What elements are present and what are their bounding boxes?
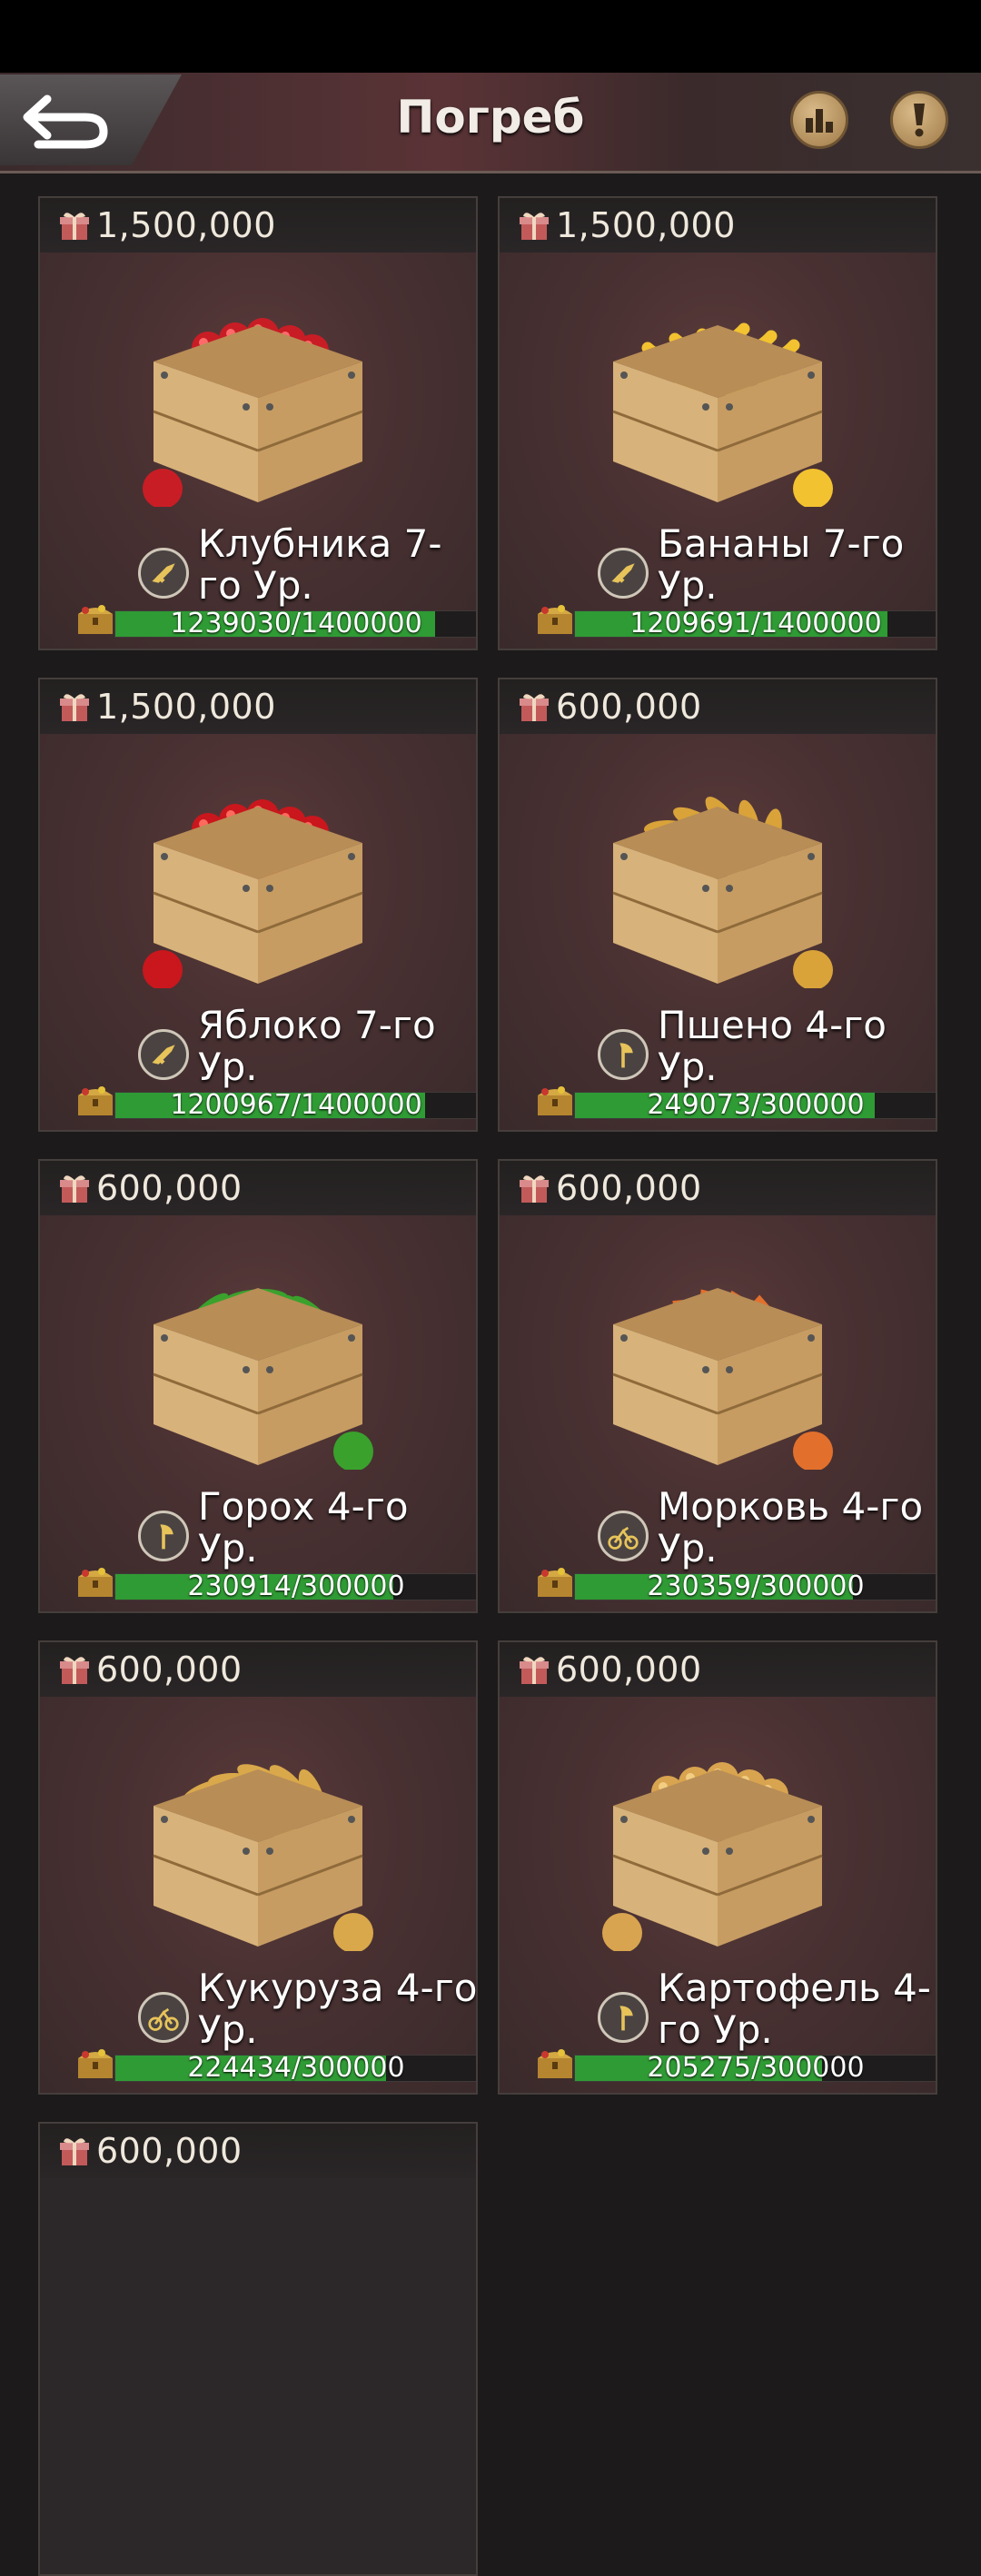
- info-button[interactable]: [890, 91, 948, 149]
- cost-row: 600,000: [40, 1642, 476, 1697]
- rifle-icon: [598, 548, 649, 599]
- progress-text: 1209691/1400000: [629, 608, 882, 639]
- cellar-item-card[interactable]: 600,000 Горох 4-го Ур. 230914/300000: [38, 1159, 478, 1613]
- rifle-icon: [138, 548, 189, 599]
- item-name: Пшено 4-го Ур.: [658, 1003, 887, 1089]
- bike-icon: [598, 1511, 649, 1561]
- progress-text: 1239030/1400000: [170, 608, 422, 639]
- progress-bar: 230359/300000: [534, 1568, 936, 1602]
- cost-value: 1,500,000: [96, 687, 276, 727]
- progress-track: 224434/300000: [114, 2052, 476, 2084]
- gift-icon: [56, 2133, 93, 2169]
- cost-value: 600,000: [556, 1650, 702, 1689]
- progress-text: 249073/300000: [647, 1089, 865, 1121]
- progress-bar: 1209691/1400000: [534, 605, 936, 638]
- axe-icon: [598, 1029, 649, 1080]
- cost-row: 1,500,000: [40, 198, 476, 253]
- strawberry-crate-image: [126, 298, 390, 509]
- gift-icon: [516, 1170, 552, 1206]
- item-name: Картофель 4-го Ур.: [658, 1966, 931, 2052]
- treasure-chest-icon: [534, 601, 576, 638]
- progress-track: 230914/300000: [114, 1570, 476, 1602]
- cost-row: 600,000: [500, 1642, 936, 1697]
- bar-chart-icon: [806, 109, 833, 133]
- cost-row: 600,000: [40, 2124, 476, 2178]
- progress-track: 230359/300000: [574, 1570, 936, 1602]
- cost-value: 1,500,000: [556, 205, 736, 245]
- cost-row: 600,000: [500, 679, 936, 734]
- treasure-chest-icon: [534, 1564, 576, 1600]
- gift-icon: [516, 689, 552, 725]
- progress-bar: 1200967/1400000: [74, 1086, 476, 1119]
- progress-bar: 224434/300000: [74, 2049, 476, 2082]
- progress-bar: 205275/300000: [534, 2049, 936, 2082]
- treasure-chest-icon: [74, 1083, 116, 1119]
- gift-icon: [56, 689, 93, 725]
- banana-crate-image: [586, 298, 849, 509]
- cost-value: 600,000: [96, 1650, 243, 1689]
- cellar-item-card[interactable]: 1,500,000 Бананы 7-го Ур. 1209691/140000…: [498, 196, 937, 650]
- cost-value: 600,000: [556, 1168, 702, 1208]
- cellar-item-card[interactable]: 1,500,000 Клубника 7-го Ур. 1239030/1400…: [38, 196, 478, 650]
- treasure-chest-icon: [534, 2046, 576, 2082]
- gift-icon: [56, 207, 93, 243]
- progress-track: 1239030/1400000: [114, 608, 476, 639]
- progress-bar: 230914/300000: [74, 1568, 476, 1600]
- progress-text: 224434/300000: [187, 2052, 405, 2084]
- gift-icon: [516, 1651, 552, 1688]
- cellar-item-card[interactable]: 600,000 Кукуруза 4-го Ур. 224434/300000: [38, 1640, 478, 2095]
- treasure-chest-icon: [74, 2046, 116, 2082]
- rifle-icon: [138, 1029, 189, 1080]
- cost-row: 600,000: [500, 1161, 936, 1215]
- item-name: Бананы 7-го Ур.: [658, 521, 905, 608]
- progress-text: 1200967/1400000: [170, 1089, 422, 1121]
- progress-track: 249073/300000: [574, 1089, 936, 1121]
- progress-track: 1200967/1400000: [114, 1089, 476, 1121]
- stats-button[interactable]: [790, 91, 848, 149]
- gift-icon: [56, 1170, 93, 1206]
- carrot-crate-image: [586, 1261, 849, 1471]
- header-bar: Погреб: [0, 73, 981, 173]
- bike-icon: [138, 1992, 189, 2043]
- item-name: Морковь 4-го Ур.: [658, 1484, 924, 1570]
- progress-text: 205275/300000: [647, 2052, 865, 2084]
- cost-row: 1,500,000: [40, 679, 476, 734]
- progress-track: 205275/300000: [574, 2052, 936, 2084]
- cellar-item-card[interactable]: 600,000: [38, 2122, 478, 2576]
- progress-text: 230914/300000: [187, 1570, 405, 1602]
- cellar-item-card[interactable]: 1,500,000 Яблоко 7-го Ур. 1200967/140000…: [38, 678, 478, 1132]
- treasure-chest-icon: [74, 1564, 116, 1600]
- exclamation-icon: [914, 104, 925, 137]
- cost-value: 600,000: [96, 2131, 243, 2171]
- treasure-chest-icon: [74, 601, 116, 638]
- apple-crate-image: [126, 779, 390, 990]
- item-name: Кукуруза 4-го Ур.: [198, 1966, 478, 2052]
- cost-value: 600,000: [96, 1168, 243, 1208]
- cellar-item-card[interactable]: 600,000 Картофель 4-го Ур. 205275/300000: [498, 1640, 937, 2095]
- status-bar: [0, 0, 981, 73]
- potato-crate-image: [586, 1742, 849, 1953]
- cost-value: 600,000: [556, 687, 702, 727]
- axe-icon: [598, 1992, 649, 2043]
- corn-crate-image: [126, 1742, 390, 1953]
- axe-icon: [138, 1511, 189, 1561]
- cost-row: 600,000: [40, 1161, 476, 1215]
- item-name: Яблоко 7-го Ур.: [198, 1003, 436, 1089]
- gift-icon: [516, 207, 552, 243]
- cost-row: 1,500,000: [500, 198, 936, 253]
- progress-bar: 1239030/1400000: [74, 605, 476, 638]
- item-name: Клубника 7-го Ур.: [198, 521, 442, 608]
- peas-crate-image: [126, 1261, 390, 1471]
- progress-bar: 249073/300000: [534, 1086, 936, 1119]
- gift-icon: [56, 1651, 93, 1688]
- progress-track: 1209691/1400000: [574, 608, 936, 639]
- cellar-item-card[interactable]: 600,000 Морковь 4-го Ур. 230359/300000: [498, 1159, 937, 1613]
- item-name: Горох 4-го Ур.: [198, 1484, 409, 1570]
- millet-crate-image: [586, 779, 849, 990]
- cost-value: 1,500,000: [96, 205, 276, 245]
- treasure-chest-icon: [534, 1083, 576, 1119]
- cellar-item-card[interactable]: 600,000 Пшено 4-го Ур. 249073/300000: [498, 678, 937, 1132]
- progress-text: 230359/300000: [647, 1570, 865, 1602]
